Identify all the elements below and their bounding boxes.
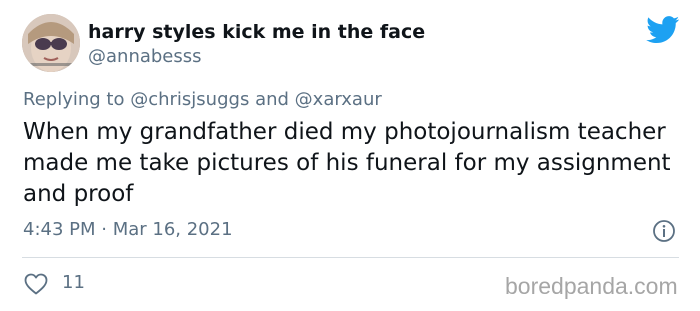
reply-context: Replying to @chrisjsuggs and @xarxaur [23,89,382,110]
mention-link[interactable]: @xarxaur [295,89,382,110]
reply-conjunction: and [255,89,289,110]
tweet-timestamp[interactable]: 4:43 PM · Mar 16, 2021 [23,219,233,240]
watermark: boredpanda.com [505,273,678,299]
user-handle[interactable]: @annabesss [88,46,202,67]
tweet-text: When my grandfather died my photojournal… [23,119,671,207]
info-icon[interactable] [652,219,676,243]
like-count: 11 [62,272,85,293]
mention-link[interactable]: @chrisjsuggs [130,89,249,110]
twitter-bird-icon[interactable] [646,16,680,44]
tweet-card: harry styles kick me in the face @annabe… [0,0,700,311]
avatar[interactable] [22,14,80,72]
display-name[interactable]: harry styles kick me in the face [88,21,425,43]
heart-icon[interactable] [24,273,48,295]
reply-prefix: Replying to [23,89,125,110]
divider [22,257,679,258]
